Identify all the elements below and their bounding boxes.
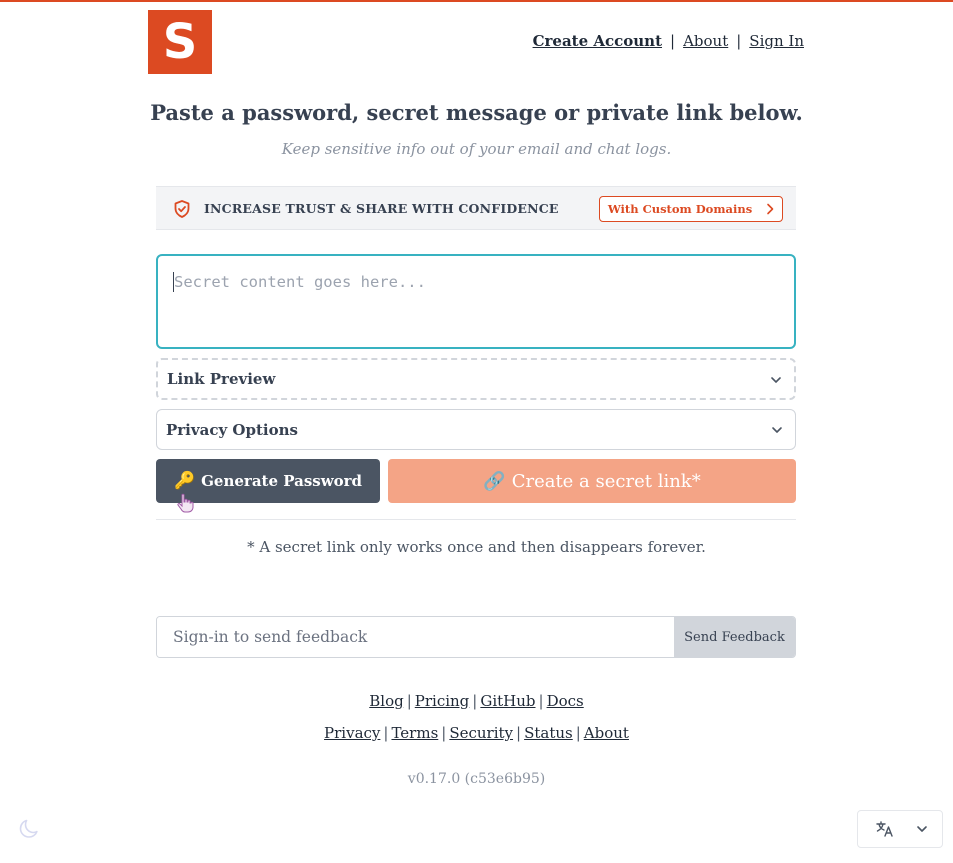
top-accent-line: [0, 0, 953, 2]
nav-separator: |: [736, 32, 742, 50]
banner-text: INCREASE TRUST & SHARE WITH CONFIDENCE: [204, 201, 559, 216]
secret-link-footnote: * A secret link only works once and then…: [247, 538, 706, 556]
chevron-down-icon: [772, 427, 782, 433]
footer-link-github[interactable]: GitHub: [480, 692, 535, 710]
feedback-input[interactable]: [157, 617, 674, 657]
footer-link-docs[interactable]: Docs: [547, 692, 584, 710]
footer-link-blog[interactable]: Blog: [369, 692, 403, 710]
nav-create-account-link[interactable]: Create Account: [533, 32, 662, 50]
privacy-options-toggle[interactable]: Privacy Options: [156, 409, 796, 450]
nav-separator: |: [670, 32, 676, 50]
footer-link-terms[interactable]: Terms: [391, 724, 438, 742]
custom-domains-banner: INCREASE TRUST & SHARE WITH CONFIDENCE W…: [156, 186, 796, 230]
link-icon: 🔗: [483, 470, 506, 492]
privacy-options-label: Privacy Options: [166, 420, 298, 439]
link-preview-label: Link Preview: [167, 370, 276, 388]
footer-link-pricing[interactable]: Pricing: [415, 692, 470, 710]
divider: [156, 519, 796, 520]
version-label: v0.17.0 (c53e6b95): [407, 771, 546, 787]
feedback-form: Send Feedback: [156, 616, 796, 658]
chevron-right-icon: [767, 203, 774, 215]
shield-check-icon: [174, 200, 190, 218]
footer-link-status[interactable]: Status: [524, 724, 573, 742]
site-logo[interactable]: S: [148, 10, 212, 74]
key-icon: 🔑: [173, 471, 196, 491]
page-title: Paste a password, secret message or priv…: [150, 100, 803, 125]
footer-link-security[interactable]: Security: [449, 724, 513, 742]
custom-domains-button[interactable]: With Custom Domains: [599, 196, 783, 222]
generate-password-label: Generate Password: [201, 472, 363, 490]
moon-icon[interactable]: [18, 818, 40, 840]
pointer-hand-cursor-icon: [177, 493, 194, 513]
secret-content-textarea[interactable]: Secret content goes here...: [156, 254, 796, 349]
chevron-down-icon: [771, 377, 781, 383]
link-preview-toggle[interactable]: Link Preview: [156, 358, 796, 400]
language-selector[interactable]: [857, 810, 943, 848]
chevron-down-icon: [917, 826, 927, 832]
logo-letter: S: [162, 14, 198, 70]
create-secret-link-label: Create a secret link*: [511, 470, 701, 492]
send-feedback-button[interactable]: Send Feedback: [674, 617, 795, 657]
top-nav: Create Account | About | Sign In: [533, 32, 804, 50]
create-secret-link-button[interactable]: 🔗 Create a secret link*: [388, 459, 796, 503]
footer-link-about[interactable]: About: [584, 724, 629, 742]
footer-links-secondary: Privacy | Terms | Security | Status | About: [324, 724, 629, 742]
nav-sign-in-link[interactable]: Sign In: [749, 32, 804, 50]
footer-links-primary: Blog | Pricing | GitHub | Docs: [369, 692, 584, 710]
custom-domains-button-label: With Custom Domains: [607, 202, 753, 216]
nav-about-link[interactable]: About: [683, 32, 728, 50]
footer-link-privacy[interactable]: Privacy: [324, 724, 380, 742]
page-subtitle: Keep sensitive info out of your email an…: [281, 140, 672, 158]
translate-icon: [876, 821, 893, 837]
secret-placeholder: Secret content goes here...: [174, 273, 426, 291]
